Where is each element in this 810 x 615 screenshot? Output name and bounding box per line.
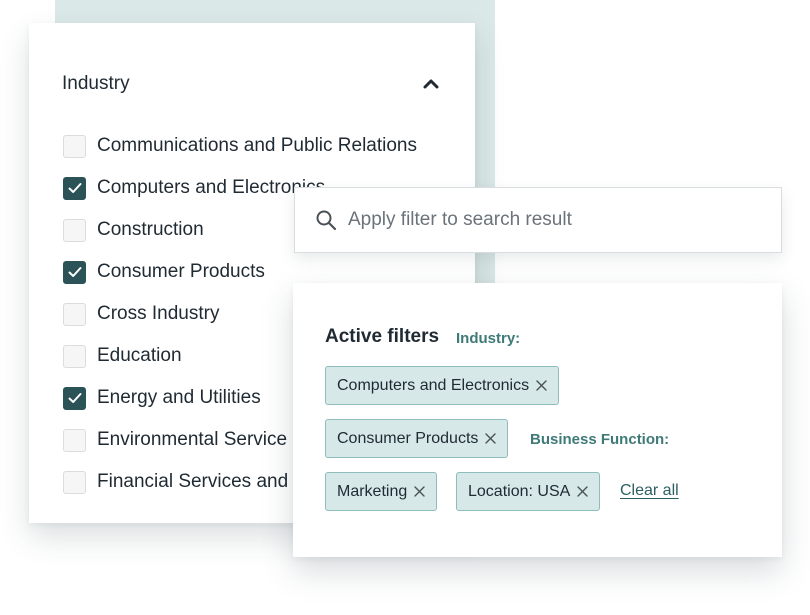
- filter-chip-label: Marketing: [337, 482, 408, 500]
- search-box[interactable]: [294, 187, 782, 253]
- active-filters-panel: Active filters Industry: Computers and E…: [293, 283, 782, 557]
- business-function-group-label: Business Function:: [530, 431, 670, 448]
- checkbox-unchecked[interactable]: [63, 218, 86, 242]
- checkbox-unchecked[interactable]: [63, 134, 86, 158]
- filter-chip-label: Consumer Products: [337, 429, 479, 447]
- industry-option-label: Environmental Service: [97, 429, 288, 450]
- industry-option-label: Cross Industry: [97, 303, 220, 324]
- industry-option-label: Construction: [97, 219, 204, 240]
- industry-option-label: Energy and Utilities: [97, 387, 261, 408]
- filter-chip: Marketing: [325, 472, 438, 511]
- checkbox-unchecked[interactable]: [63, 428, 86, 452]
- industry-option-label: Consumer Products: [97, 261, 265, 282]
- industry-option-label: Communications and Public Relations: [97, 135, 417, 156]
- industry-option[interactable]: Communications and Public Relations: [63, 125, 417, 167]
- filter-chip: Computers and Electronics: [325, 366, 560, 405]
- industry-option-label: Computers and Electronics: [97, 177, 326, 198]
- search-input[interactable]: [348, 209, 768, 231]
- close-icon[interactable]: [413, 485, 426, 498]
- checkbox-unchecked[interactable]: [63, 302, 86, 326]
- filter-chip-label: Computers and Electronics: [337, 376, 530, 394]
- checkbox-unchecked[interactable]: [63, 344, 86, 368]
- industry-filter-title: Industry: [62, 73, 130, 94]
- active-filters-title: Active filters: [325, 326, 440, 347]
- industry-filter-group-label: Industry:: [456, 330, 521, 347]
- checkbox-checked[interactable]: [63, 176, 86, 200]
- check-icon: [68, 393, 81, 403]
- clear-all-link[interactable]: Clear all: [620, 482, 679, 500]
- search-icon: [316, 210, 337, 231]
- filter-chip: Consumer Products: [325, 419, 509, 458]
- checkbox-unchecked[interactable]: [63, 470, 86, 494]
- close-icon[interactable]: [576, 485, 589, 498]
- check-icon: [68, 267, 81, 277]
- chevron-up-icon[interactable]: [420, 73, 442, 95]
- close-icon[interactable]: [484, 432, 497, 445]
- filter-chip: Location: USA: [456, 472, 601, 511]
- checkbox-checked[interactable]: [63, 386, 86, 410]
- industry-option-label: Financial Services and: [97, 471, 289, 492]
- checkbox-checked[interactable]: [63, 260, 86, 284]
- check-icon: [68, 183, 81, 193]
- industry-filter-header[interactable]: Industry: [62, 71, 442, 97]
- industry-option-label: Education: [97, 345, 182, 366]
- close-icon[interactable]: [535, 379, 548, 392]
- filter-chip-label: Location: USA: [468, 482, 571, 500]
